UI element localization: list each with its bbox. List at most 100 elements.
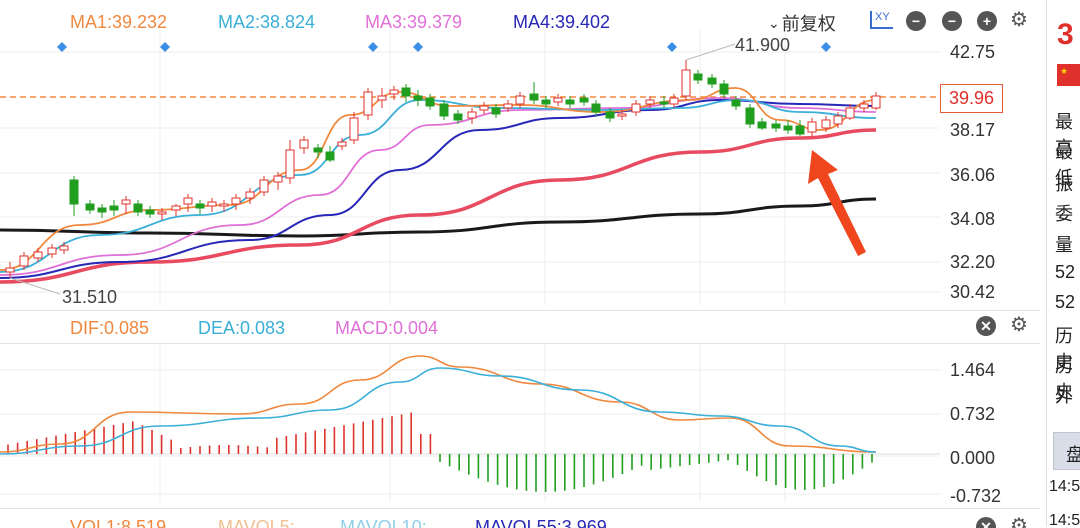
- event-marker-icon: [821, 42, 831, 52]
- candle-body: [133, 203, 143, 213]
- candle-body: [591, 103, 601, 113]
- sidebar-row-label: 外: [1055, 386, 1073, 406]
- candle-body: [479, 105, 489, 111]
- vol-header: VOL1:8.519 MAVOL5: MAVOL10: MAVOL55:3.96…: [0, 508, 1040, 528]
- candle-body: [833, 115, 843, 125]
- candle-body: [645, 99, 655, 105]
- candle-body: [413, 95, 423, 101]
- candle-body: [109, 205, 119, 211]
- price-axis: 42.75 38.17 36.06 34.08 32.20 30.42: [950, 0, 1040, 310]
- close-icon[interactable]: ✕: [976, 316, 996, 336]
- mavol5-label: MAVOL5:: [218, 517, 295, 528]
- candle-body: [659, 101, 669, 105]
- price-tick-label: 42.75: [950, 42, 996, 62]
- zoom-out-icon[interactable]: −: [906, 11, 926, 31]
- candle-body: [219, 203, 229, 207]
- mavol55-label: MAVOL55:3.969: [475, 517, 607, 528]
- candle-body: [145, 209, 155, 215]
- ma1-line: [0, 87, 877, 271]
- vol-close-icon[interactable]: ✕: [976, 517, 996, 528]
- candle-body: [47, 247, 57, 255]
- macd-axis: 1.464 0.732 0.000 -0.732: [950, 342, 1040, 507]
- candle-body: [871, 95, 881, 109]
- chevron-down-icon: ⌄: [768, 14, 780, 31]
- candle-body: [845, 107, 855, 119]
- candle-body: [59, 245, 69, 251]
- ma2-label: MA2:38.824: [218, 12, 316, 32]
- candle-body: [425, 97, 435, 107]
- candle-body: [681, 69, 691, 97]
- dif-label: DIF:0.085: [70, 318, 150, 338]
- candle-body: [491, 107, 501, 115]
- candle-body: [795, 125, 805, 135]
- candle-body: [157, 211, 167, 215]
- candle-body: [553, 97, 563, 103]
- vol-settings-gear-icon[interactable]: ⚙: [1010, 516, 1028, 528]
- sidebar-row-label: 量: [1055, 235, 1073, 255]
- candle-body: [5, 267, 15, 273]
- macd-tick-label: -0.732: [950, 486, 1002, 506]
- candle-body: [363, 91, 373, 116]
- candle-body: [859, 103, 869, 109]
- sidebar-row-label: 振: [1055, 174, 1073, 194]
- price-tick-label: 36.06: [950, 165, 996, 185]
- candle-body: [605, 111, 615, 119]
- sidebar-time-1: 14:5: [1049, 478, 1080, 495]
- candle-body: [707, 77, 717, 85]
- ma4-label: MA4:39.402: [513, 12, 611, 32]
- macd-chart[interactable]: [0, 342, 940, 507]
- event-marker-icon: [368, 42, 378, 52]
- china-flag-icon: ★: [1057, 64, 1080, 86]
- candle-body: [719, 83, 729, 95]
- event-marker-icon: [413, 42, 423, 52]
- macd-settings-gear-icon[interactable]: ⚙: [1010, 315, 1028, 335]
- ma1-label: MA1:39.232: [70, 12, 168, 32]
- candle-body: [299, 139, 309, 149]
- sidebar-tab[interactable]: 盘: [1053, 432, 1080, 470]
- sidebar-time-2: 14:5: [1049, 512, 1080, 527]
- adjust-dropdown[interactable]: ⌄ 前复权: [768, 10, 836, 36]
- candle-body: [631, 103, 641, 113]
- ma3-line: [0, 97, 877, 276]
- event-marker-icon: [57, 42, 67, 52]
- candle-body: [273, 175, 283, 183]
- ma2-line: [0, 99, 877, 273]
- main-chart[interactable]: [0, 0, 940, 310]
- candle-body: [693, 73, 703, 81]
- xy-toggle-icon[interactable]: XY: [870, 11, 893, 29]
- dea-label: DEA:0.083: [198, 318, 286, 338]
- event-marker-icon: [667, 42, 677, 52]
- ma3-label: MA3:39.379: [365, 12, 463, 32]
- macd-chart-svg: [0, 342, 940, 502]
- candle-body: [33, 251, 43, 259]
- candle-body: [195, 203, 205, 209]
- macd-tick-label: 0.000: [950, 448, 996, 468]
- candle-body: [783, 125, 793, 131]
- ma4-line: [0, 98, 877, 279]
- current-price-box: 39.96: [940, 84, 1004, 113]
- sidebar-row-label: 52: [1055, 262, 1076, 282]
- candle-body: [377, 95, 387, 101]
- price-tick-label: 30.42: [950, 282, 996, 302]
- low-price-label: 31.510: [62, 287, 118, 307]
- candle-body: [565, 99, 575, 105]
- macd-label: MACD:0.004: [335, 318, 439, 338]
- price-tick-label: 32.20: [950, 252, 996, 272]
- candle-body: [69, 179, 79, 205]
- candle-body: [771, 123, 781, 129]
- candle-body: [325, 151, 335, 161]
- candle-body: [439, 103, 449, 117]
- candle-body: [337, 141, 347, 147]
- sidebar-price: 3: [1057, 18, 1074, 51]
- adjust-label: 前复权: [781, 14, 836, 34]
- price-tick-label: 38.17: [950, 120, 996, 140]
- candle-body: [349, 117, 359, 141]
- candle-body: [207, 201, 217, 207]
- candle-body: [85, 203, 95, 211]
- quote-sidebar: 3 ★ 最高最低振委量5252历史历史外 盘 14:5 14:5: [1046, 0, 1080, 527]
- price-tick-label: 34.08: [950, 209, 996, 229]
- candle-body: [285, 149, 295, 179]
- event-marker-icon: [160, 42, 170, 52]
- candle-body: [669, 97, 679, 105]
- sidebar-row-label: 52: [1055, 292, 1076, 312]
